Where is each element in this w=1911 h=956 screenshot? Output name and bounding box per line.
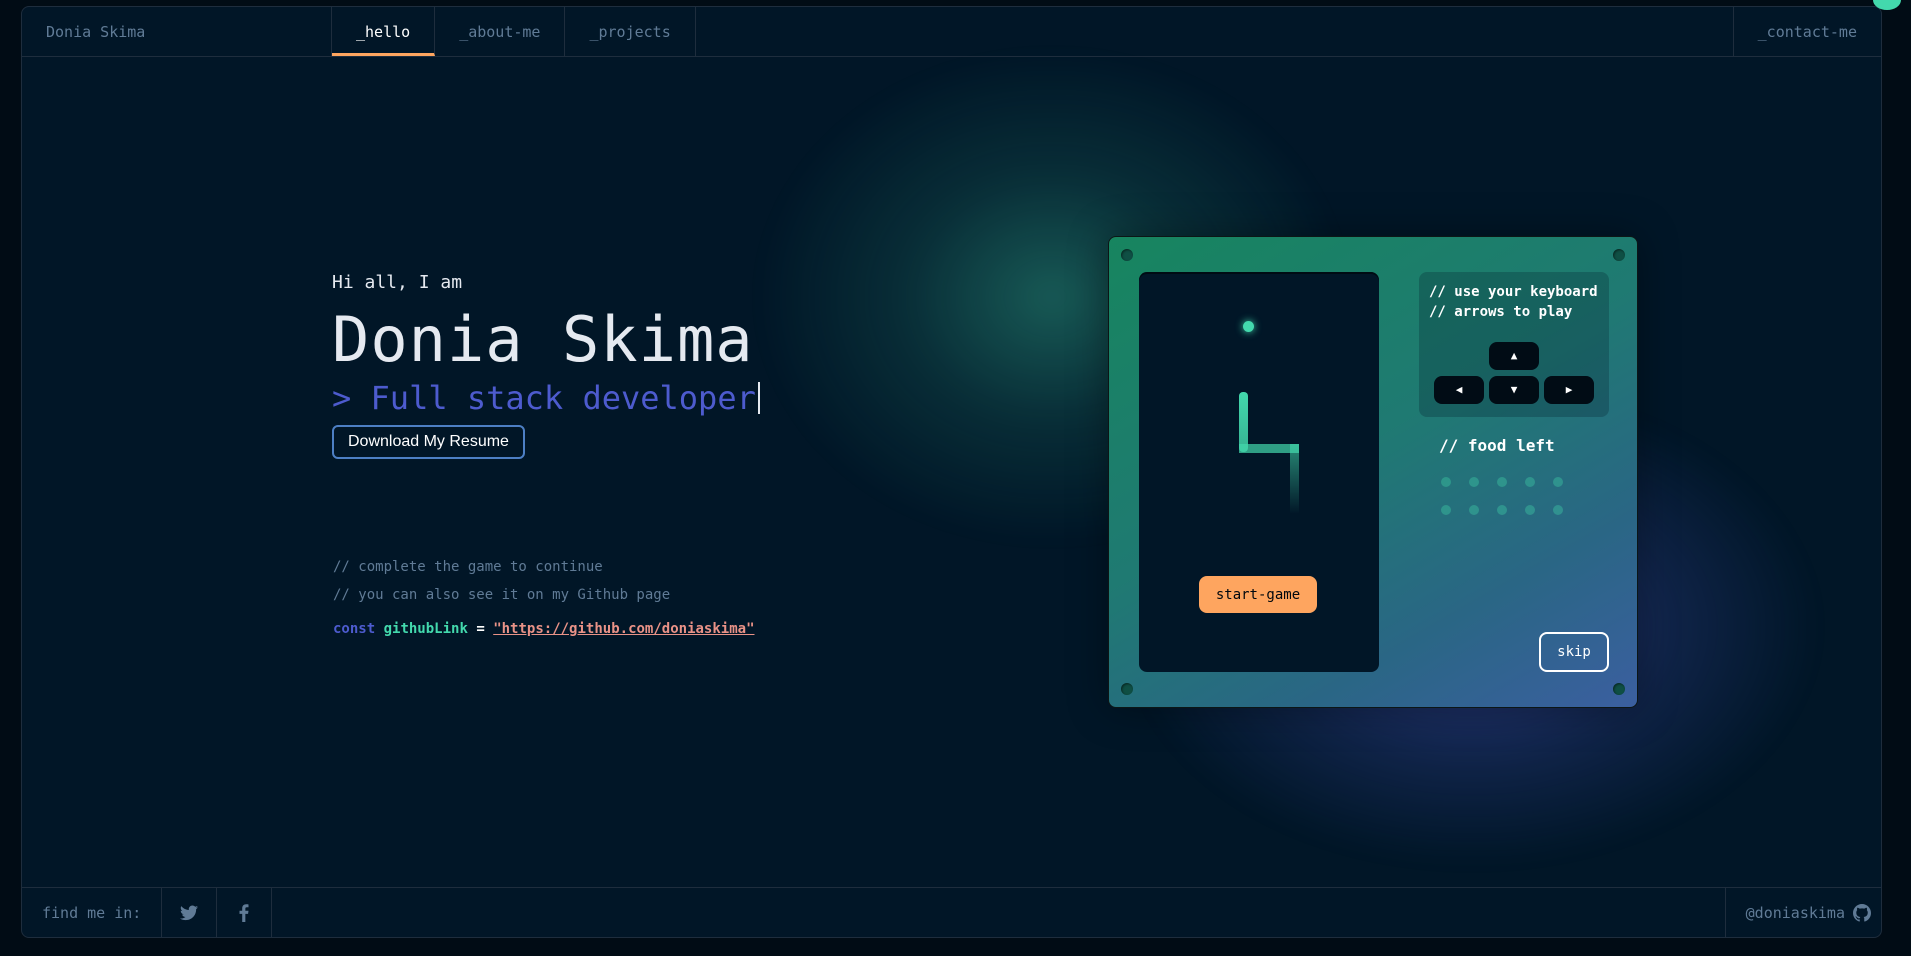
code-comments: // complete the game to continue // you … xyxy=(333,559,755,649)
typing-caret xyxy=(757,382,760,414)
food-left-dot xyxy=(1469,477,1479,487)
food-left-dot xyxy=(1441,505,1451,515)
game-board[interactable]: start-game xyxy=(1139,272,1379,672)
portfolio-window: Donia Skima _hello _about-me _projects _… xyxy=(21,6,1882,938)
twitter-icon xyxy=(180,905,199,920)
hero-name: Donia Skima xyxy=(332,303,754,376)
download-resume-button[interactable]: Download My Resume xyxy=(332,425,525,459)
github-icon xyxy=(1853,903,1871,922)
screw-icon xyxy=(1121,249,1133,261)
instructions-line-2: // arrows to play xyxy=(1429,304,1573,320)
github-code-line: const githubLink = "https://github.com/d… xyxy=(333,621,755,637)
top-nav: Donia Skima _hello _about-me _projects _… xyxy=(22,7,1881,57)
brand-name[interactable]: Donia Skima xyxy=(22,7,332,56)
arrow-up-key[interactable]: ▲ xyxy=(1489,342,1539,370)
food-left-dot xyxy=(1525,477,1535,487)
code-operator: = xyxy=(476,621,485,637)
food-left-label: // food left xyxy=(1439,436,1555,455)
hero-section: Hi all, I am Donia Skima > Full stack de… xyxy=(332,272,760,459)
screw-icon xyxy=(1613,249,1625,261)
snake-head xyxy=(1239,392,1248,452)
hero-role-text: > Full stack developer xyxy=(332,379,756,417)
skip-button[interactable]: skip xyxy=(1539,632,1609,672)
arrow-left-key[interactable]: ◀ xyxy=(1434,376,1484,404)
github-handle: @doniaskima xyxy=(1745,903,1845,922)
facebook-link[interactable] xyxy=(217,888,273,937)
twitter-link[interactable] xyxy=(162,888,218,937)
snake-game-console: start-game // use your keyboard // arrow… xyxy=(1108,236,1638,708)
comment-line-1: // complete the game to continue xyxy=(333,559,603,575)
hero-greeting: Hi all, I am xyxy=(332,272,463,293)
screw-icon xyxy=(1613,683,1625,695)
tab-about-me[interactable]: _about-me xyxy=(435,7,566,56)
tab-contact-me[interactable]: _contact-me xyxy=(1732,7,1881,56)
find-me-label: find me in: xyxy=(22,888,163,937)
food-left-dot xyxy=(1553,505,1563,515)
screw-icon xyxy=(1121,683,1133,695)
start-game-button[interactable]: start-game xyxy=(1199,576,1317,613)
github-link[interactable]: "https://github.com/doniaskima" xyxy=(493,621,754,637)
snake-tail xyxy=(1290,444,1299,514)
food-left-dot xyxy=(1497,477,1507,487)
github-handle-link[interactable]: @doniaskima xyxy=(1724,888,1881,937)
food-left-dot xyxy=(1441,477,1451,487)
arrow-down-key[interactable]: ▼ xyxy=(1489,376,1539,404)
code-variable: githubLink xyxy=(383,621,468,637)
game-instructions: // use your keyboard // arrows to play ▲… xyxy=(1419,272,1609,417)
tab-hello[interactable]: _hello xyxy=(332,7,436,56)
food-left-dot xyxy=(1553,477,1563,487)
food-left-dot xyxy=(1525,505,1535,515)
code-keyword: const xyxy=(333,621,376,637)
comment-line-2: // you can also see it on my Github page xyxy=(333,587,671,603)
corner-decoration-icon xyxy=(1873,0,1901,10)
instructions-line-1: // use your keyboard xyxy=(1429,284,1598,300)
footer: find me in: @doniaskima xyxy=(22,887,1881,937)
food-left-dot xyxy=(1497,505,1507,515)
tab-projects[interactable]: _projects xyxy=(565,7,696,56)
hero-role: > Full stack developer xyxy=(332,379,760,417)
footer-spacer xyxy=(272,888,1724,937)
food-left-grid xyxy=(1441,477,1563,515)
food-left-dot xyxy=(1469,505,1479,515)
arrow-right-key[interactable]: ▶ xyxy=(1544,376,1594,404)
facebook-icon xyxy=(239,903,249,922)
